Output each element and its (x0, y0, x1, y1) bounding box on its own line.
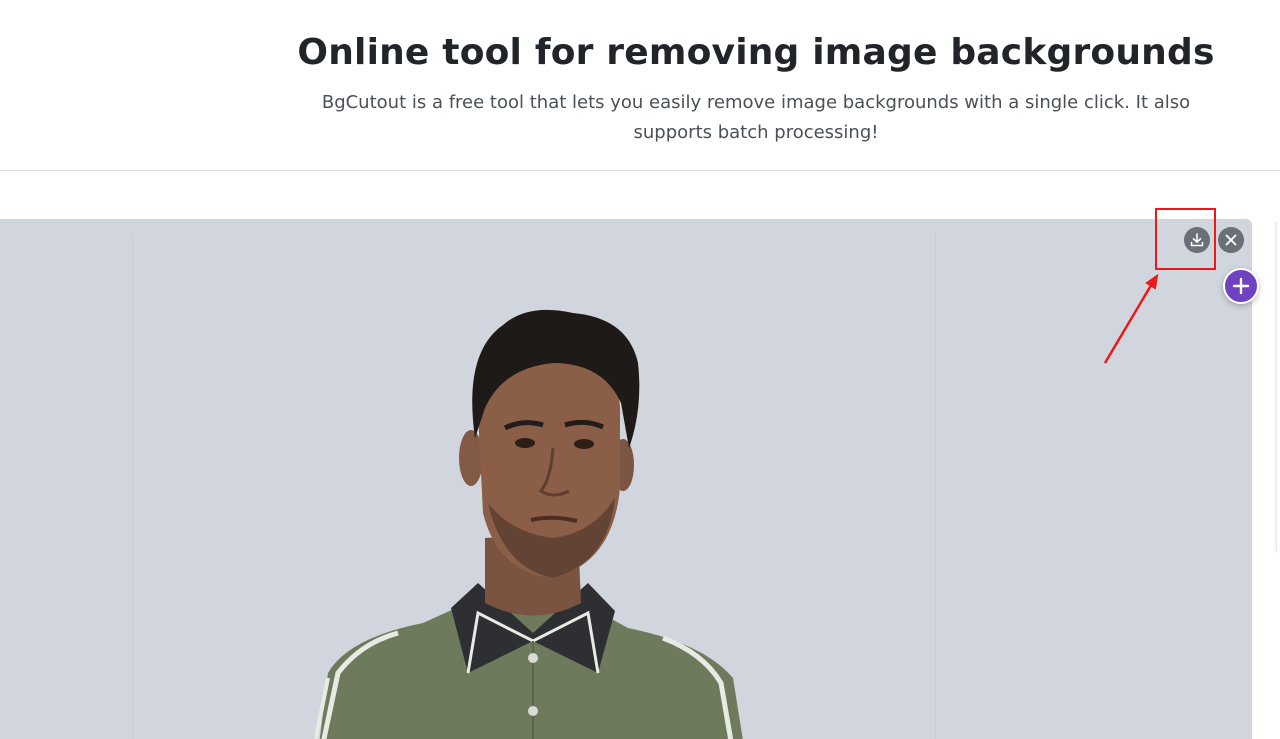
add-image-button[interactable] (1223, 268, 1259, 304)
plus-icon (1232, 277, 1250, 295)
page-subtitle: BgCutout is a free tool that lets you ea… (321, 92, 1191, 143)
header-divider (0, 170, 1280, 171)
result-image (132, 233, 936, 739)
close-button[interactable] (1218, 227, 1244, 253)
side-panel-edge (1276, 222, 1280, 552)
arrow-annotation-icon (1103, 273, 1159, 364)
person-cutout-image (313, 309, 743, 739)
preview-panel (0, 219, 1252, 739)
close-icon (1225, 234, 1237, 246)
page-title: Online tool for removing image backgroun… (297, 32, 1215, 73)
highlight-annotation-box (1155, 208, 1216, 270)
